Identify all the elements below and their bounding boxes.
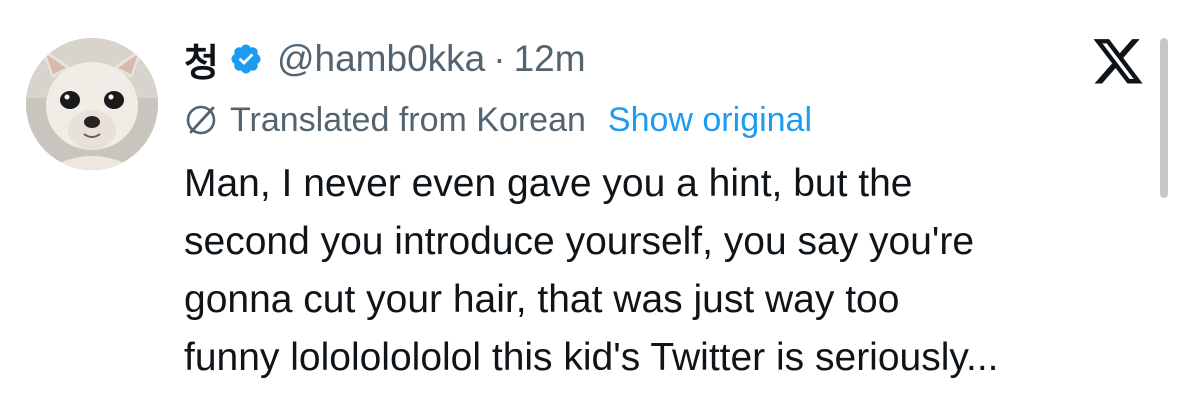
show-original-link[interactable]: Show original [608, 101, 812, 140]
globe-slash-icon [184, 103, 218, 137]
timestamp[interactable]: 12m [514, 38, 586, 80]
separator-dot: · [493, 38, 506, 79]
author-handle[interactable]: @hamb0kka [277, 38, 485, 80]
tweet-text: Man, I never even gave you a hint, but t… [184, 155, 1144, 387]
scrollbar[interactable] [1160, 38, 1168, 198]
tweet-header: 청 @hamb0kka · 12m [184, 32, 586, 87]
tweet-text-line: Man, I never even gave you a hint, but t… [184, 162, 913, 205]
translation-row: Translated from Korean Show original [184, 98, 812, 142]
avatar[interactable] [26, 38, 158, 170]
tweet-text-line: funny lolololololol this kid's Twitter i… [184, 336, 999, 379]
tweet-card: 청 @hamb0kka · 12m Translated from Korean… [0, 0, 1179, 407]
chihuahua-avatar-image [26, 38, 158, 170]
translated-from-label: Translated from Korean [230, 100, 586, 139]
tweet-text-line: second you introduce yourself, you say y… [184, 220, 975, 263]
x-logo-icon [1090, 38, 1146, 88]
display-name[interactable]: 청 [184, 32, 219, 87]
tweet-text-line: gonna cut your hair, that was just way t… [184, 278, 900, 321]
verified-badge-icon[interactable] [229, 42, 263, 76]
